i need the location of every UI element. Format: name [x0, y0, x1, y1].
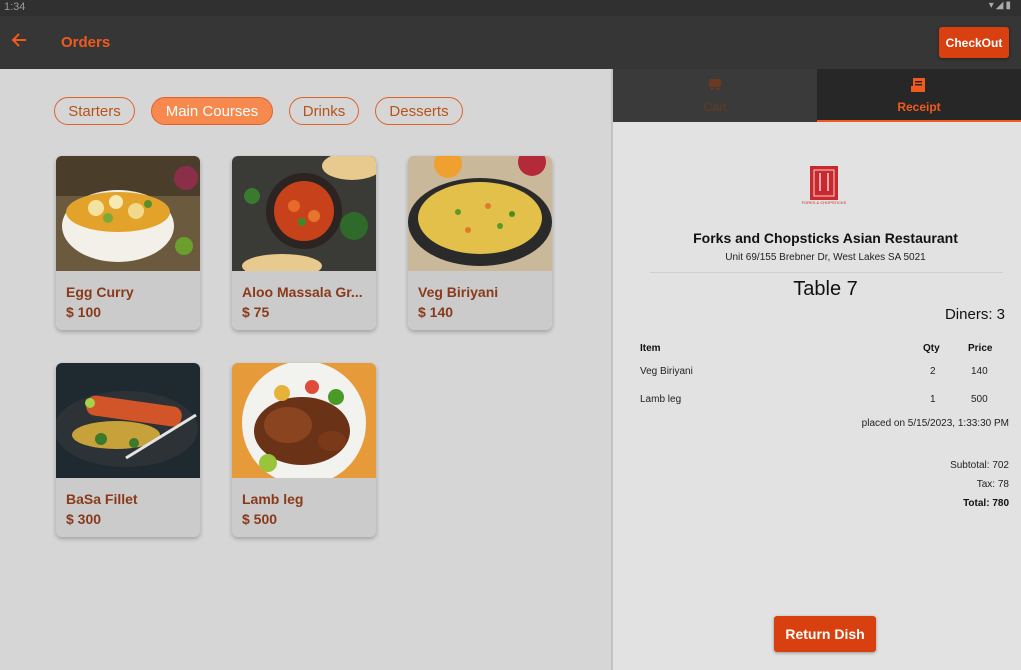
tab-desserts[interactable]: Desserts [375, 97, 463, 125]
lamb-leg-image [232, 363, 376, 478]
tax: Tax: 78 [976, 479, 1009, 490]
dish-price: $ 100 [66, 304, 102, 320]
row-item: Veg Biriyani [640, 366, 693, 377]
row-price: 500 [971, 394, 988, 405]
receipt-icon [817, 77, 1021, 97]
dish-card-lamb-leg[interactable]: Lamb leg $ 500 [232, 363, 376, 537]
menu-panel: Starters Main Courses Drinks Desserts Eg… [0, 69, 611, 670]
col-header-item: Item [640, 343, 661, 354]
return-dish-button[interactable]: Return Dish [774, 616, 876, 652]
subtotal: Subtotal: 702 [950, 460, 1009, 471]
dish-card-veg-biriyani[interactable]: Veg Biriyani $ 140 [408, 156, 552, 330]
dish-price: $ 500 [242, 511, 278, 527]
back-arrow-icon[interactable] [10, 31, 30, 51]
row-item: Lamb leg [640, 394, 682, 405]
total: Total: 780 [963, 498, 1009, 509]
dish-name: BaSa Fillet [66, 491, 138, 507]
dish-price: $ 140 [418, 304, 454, 320]
order-panel: Cart Receipt FORKS & CHOPSTICKS Forks an… [613, 69, 1021, 670]
tab-receipt-label: Receipt [897, 100, 941, 114]
tab-drinks[interactable]: Drinks [289, 97, 359, 125]
status-time: 1:34 [4, 1, 26, 13]
status-bar: 1:34 ▾◢▮ [0, 0, 1021, 16]
row-qty: 1 [930, 394, 936, 405]
dish-name: Aloo Massala Gr... [242, 284, 363, 300]
checkout-button[interactable]: CheckOut [939, 27, 1009, 58]
basa-fillet-image [56, 363, 200, 478]
egg-curry-image [56, 156, 200, 271]
row-qty: 2 [930, 366, 936, 377]
tab-cart[interactable]: Cart [613, 69, 817, 122]
dish-price: $ 75 [242, 304, 270, 320]
cart-icon [613, 77, 817, 95]
restaurant-name: Forks and Chopsticks Asian Restaurant [693, 230, 958, 246]
app-bar: Orders CheckOut [0, 16, 1021, 69]
aloo-massala-image [232, 156, 376, 271]
tab-cart-label: Cart [703, 100, 727, 114]
col-header-price: Price [968, 343, 993, 354]
table-number: Table 7 [793, 278, 858, 300]
restaurant-address: Unit 69/155 Brebner Dr, West Lakes SA 50… [725, 252, 926, 263]
dish-name: Egg Curry [66, 284, 134, 300]
dish-card-aloo-massala[interactable]: Aloo Massala Gr... $ 75 [232, 156, 376, 330]
dish-price: $ 300 [66, 511, 102, 527]
restaurant-logo [810, 166, 838, 200]
dish-card-egg-curry[interactable]: Egg Curry $ 100 [56, 156, 200, 330]
tab-starters[interactable]: Starters [54, 97, 135, 125]
diners-count: Diners: 3 [944, 306, 1005, 323]
tab-main-courses[interactable]: Main Courses [151, 97, 273, 125]
col-header-qty: Qty [923, 343, 940, 354]
status-icons: ▾◢▮ [988, 0, 1013, 11]
row-price: 140 [971, 366, 988, 377]
dish-card-basa-fillet[interactable]: BaSa Fillet $ 300 [56, 363, 200, 537]
placed-timestamp: placed on 5/15/2023, 1:33:30 PM [861, 418, 1009, 429]
receipt-divider [650, 272, 1003, 273]
page-title: Orders [61, 34, 111, 51]
dish-name: Lamb leg [242, 491, 304, 507]
tab-receipt[interactable]: Receipt [817, 69, 1021, 122]
veg-biriyani-image [408, 156, 552, 271]
dish-name: Veg Biriyani [418, 284, 499, 300]
logo-text: FORKS & CHOPSTICKS [801, 200, 847, 205]
